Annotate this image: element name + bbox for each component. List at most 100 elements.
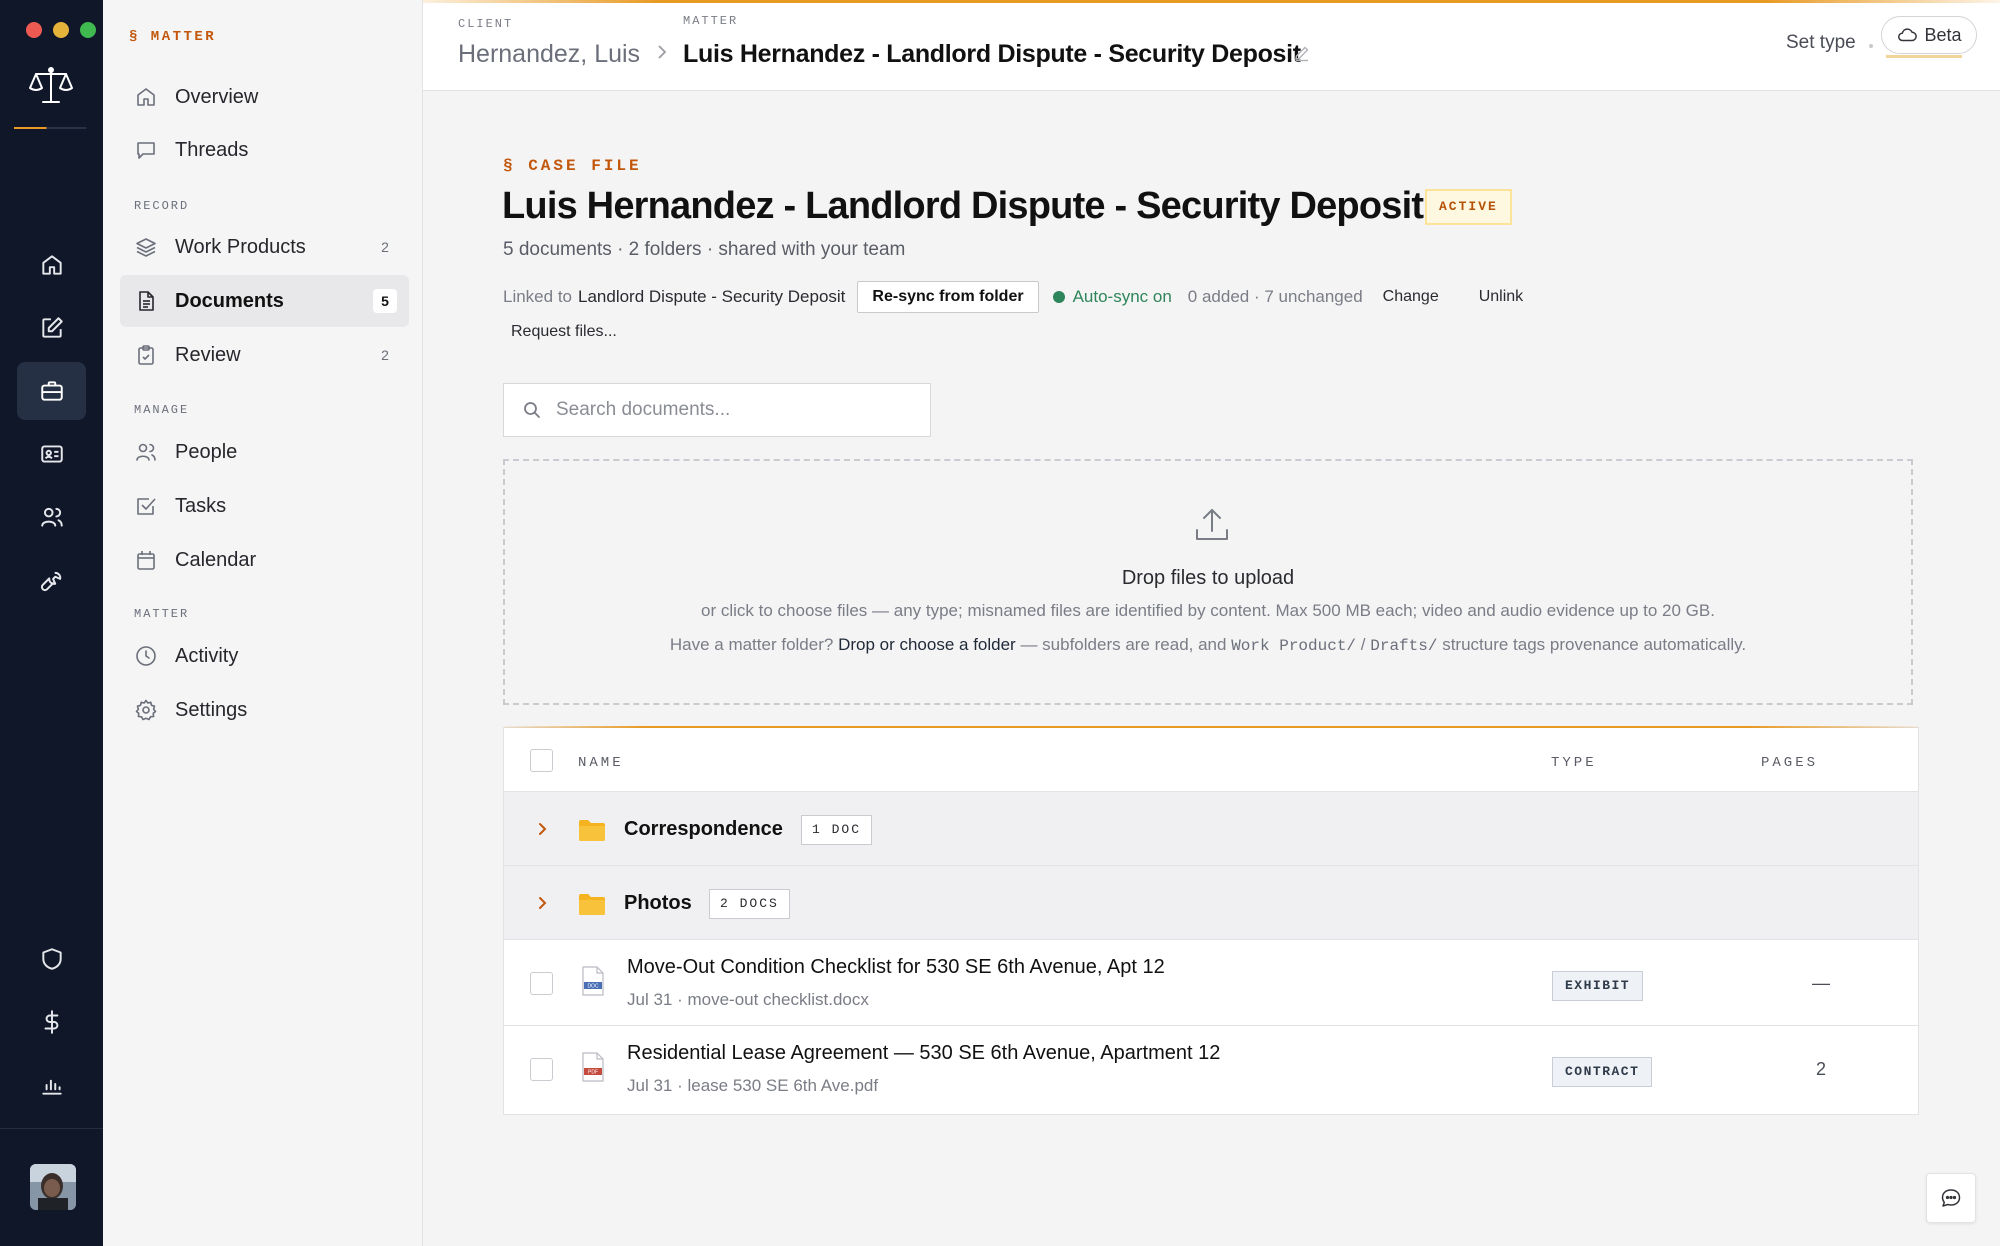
rail-billing-button[interactable] [17, 993, 86, 1051]
folder-hint-prefix: Have a matter folder? [669, 635, 834, 654]
folder-hint-mid: — subfolders are read, and [1020, 635, 1227, 654]
resync-button[interactable]: Re-sync from folder [857, 281, 1039, 313]
rail-security-button[interactable] [17, 930, 86, 988]
dropzone-folder-hint: Have a matter folder? Drop or choose a f… [505, 635, 1911, 655]
table-row[interactable]: PDF Residential Lease Agreement — 530 SE… [504, 1026, 1918, 1112]
status-badge: ACTIVE [1425, 189, 1512, 225]
rail-tools-button[interactable] [17, 551, 86, 609]
sidebar-item-label: Tasks [175, 494, 227, 517]
rail-reports-button[interactable] [17, 1056, 86, 1114]
row-checkbox[interactable] [530, 1058, 553, 1081]
sidebar-item-activity[interactable]: Activity [120, 630, 409, 682]
bar-chart-icon [41, 1079, 62, 1095]
folder-path-drafts: Drafts/ [1370, 637, 1438, 655]
sidebar-item-people[interactable]: People [120, 426, 409, 478]
folder-row[interactable]: Correspondence 1 DOC [504, 792, 1918, 866]
upload-dropzone[interactable]: Drop files to upload or click to choose … [503, 459, 1913, 705]
briefcase-icon [40, 381, 63, 401]
page-title: Luis Hernandez - Landlord Dispute - Secu… [502, 185, 1424, 227]
sidebar-item-label: Documents [175, 289, 284, 312]
chevron-right-icon [658, 45, 667, 59]
row-checkbox[interactable] [530, 972, 553, 995]
sidebar-item-label: Work Products [175, 235, 306, 258]
sidebar-item-threads[interactable]: Threads [120, 124, 409, 176]
folder-row[interactable]: Photos 2 DOCS [504, 866, 1918, 940]
sidebar-item-overview[interactable]: Overview [120, 71, 409, 123]
sidebar-item-settings[interactable]: Settings [120, 684, 409, 736]
column-header-pages[interactable]: PAGES [1761, 755, 1818, 771]
sidebar-item-label: Calendar [175, 548, 257, 571]
rail-matters-button[interactable] [17, 362, 86, 420]
scales-logo-icon[interactable] [28, 64, 74, 108]
chat-button[interactable] [1926, 1173, 1976, 1223]
clock-icon [136, 646, 156, 666]
folder-icon [579, 894, 605, 915]
upload-icon [1196, 509, 1228, 540]
choose-folder-link[interactable]: Drop or choose a folder [838, 635, 1016, 654]
sidebar-section-matter: MATTER [134, 607, 190, 621]
linked-folder[interactable]: Landlord Dispute - Security Deposit [578, 287, 845, 307]
file-name[interactable]: Residential Lease Agreement — 530 SE 6th… [627, 1042, 1220, 1065]
gear-icon [135, 699, 157, 721]
case-file-eyebrow: § CASE FILE [503, 157, 642, 175]
home-icon [41, 255, 62, 275]
sidebar-item-review[interactable]: Review 2 [120, 329, 409, 381]
sidebar-item-label: Settings [175, 698, 248, 721]
sidebar-item-calendar[interactable]: Calendar [120, 534, 409, 586]
request-files-button[interactable]: Request files... [511, 323, 617, 341]
window-minimize-button[interactable] [53, 22, 69, 38]
cloud-icon [1898, 28, 1918, 42]
file-meta: Jul 31 · move-out checklist.docx [627, 990, 869, 1009]
folder-path-slash: / [1360, 635, 1366, 654]
page-count: 2 [1815, 1059, 1826, 1079]
document-icon [139, 291, 154, 311]
chevron-right-icon[interactable] [534, 894, 552, 912]
column-header-name[interactable]: NAME [578, 755, 624, 771]
search-box[interactable] [503, 383, 931, 437]
window-zoom-button[interactable] [80, 22, 96, 38]
search-input[interactable] [556, 399, 896, 421]
select-all-checkbox[interactable] [530, 749, 553, 772]
change-button[interactable]: Change [1383, 288, 1439, 306]
file-name[interactable]: Move-Out Condition Checklist for 530 SE … [627, 956, 1165, 979]
rail-contacts-button[interactable] [17, 425, 86, 483]
rail-people-button[interactable] [17, 488, 86, 546]
sidebar-item-count: 2 [381, 347, 389, 363]
unlink-button[interactable]: Unlink [1479, 288, 1523, 306]
wrench-icon [40, 571, 61, 592]
dollar-icon [44, 1010, 58, 1034]
rail-home-button[interactable] [17, 236, 86, 294]
window-close-button[interactable] [26, 22, 42, 38]
folder-link-row: Linked to Landlord Dispute - Security De… [503, 279, 1523, 315]
page-count: — [1812, 973, 1830, 993]
clipboard-check-icon [138, 345, 154, 365]
pdf-file-icon: PDF [582, 1052, 604, 1082]
sidebar-item-label: Threads [175, 138, 249, 161]
sidebar-item-work-products[interactable]: Work Products 2 [120, 221, 409, 273]
type-tag: CONTRACT [1552, 1057, 1653, 1087]
folder-doc-count: 1 DOC [801, 815, 873, 845]
top-bar: CLIENT Hernandez, Luis MATTER Luis Herna… [423, 0, 2000, 91]
sidebar-item-tasks[interactable]: Tasks [120, 480, 409, 532]
matter-label: MATTER [683, 14, 739, 28]
folder-name: Correspondence [624, 818, 783, 840]
app-rail [0, 0, 103, 1246]
sidebar-item-label: People [175, 440, 238, 463]
chevron-right-icon[interactable] [534, 820, 552, 838]
linked-prefix: Linked to [503, 287, 572, 306]
pencil-icon[interactable] [1293, 44, 1311, 62]
table-row[interactable]: DOC Move-Out Condition Checklist for 530… [504, 940, 1918, 1026]
beta-button[interactable]: Beta [1881, 16, 1977, 54]
sidebar-item-count: 2 [381, 239, 389, 255]
breadcrumb-client[interactable]: Hernandez, Luis [458, 40, 640, 69]
set-type-button[interactable]: Set type [1786, 32, 1856, 54]
sidebar-item-documents[interactable]: Documents 5 [120, 275, 409, 327]
column-header-type[interactable]: TYPE [1551, 755, 1597, 771]
docx-file-icon: DOC [582, 966, 604, 996]
rail-edit-button[interactable] [17, 299, 86, 357]
sidebar-item-label: Overview [175, 85, 259, 108]
sync-status-dot [1052, 291, 1065, 303]
client-label: CLIENT [458, 17, 514, 31]
autosync-status: Auto-sync on [1072, 287, 1172, 306]
avatar[interactable] [30, 1164, 76, 1210]
